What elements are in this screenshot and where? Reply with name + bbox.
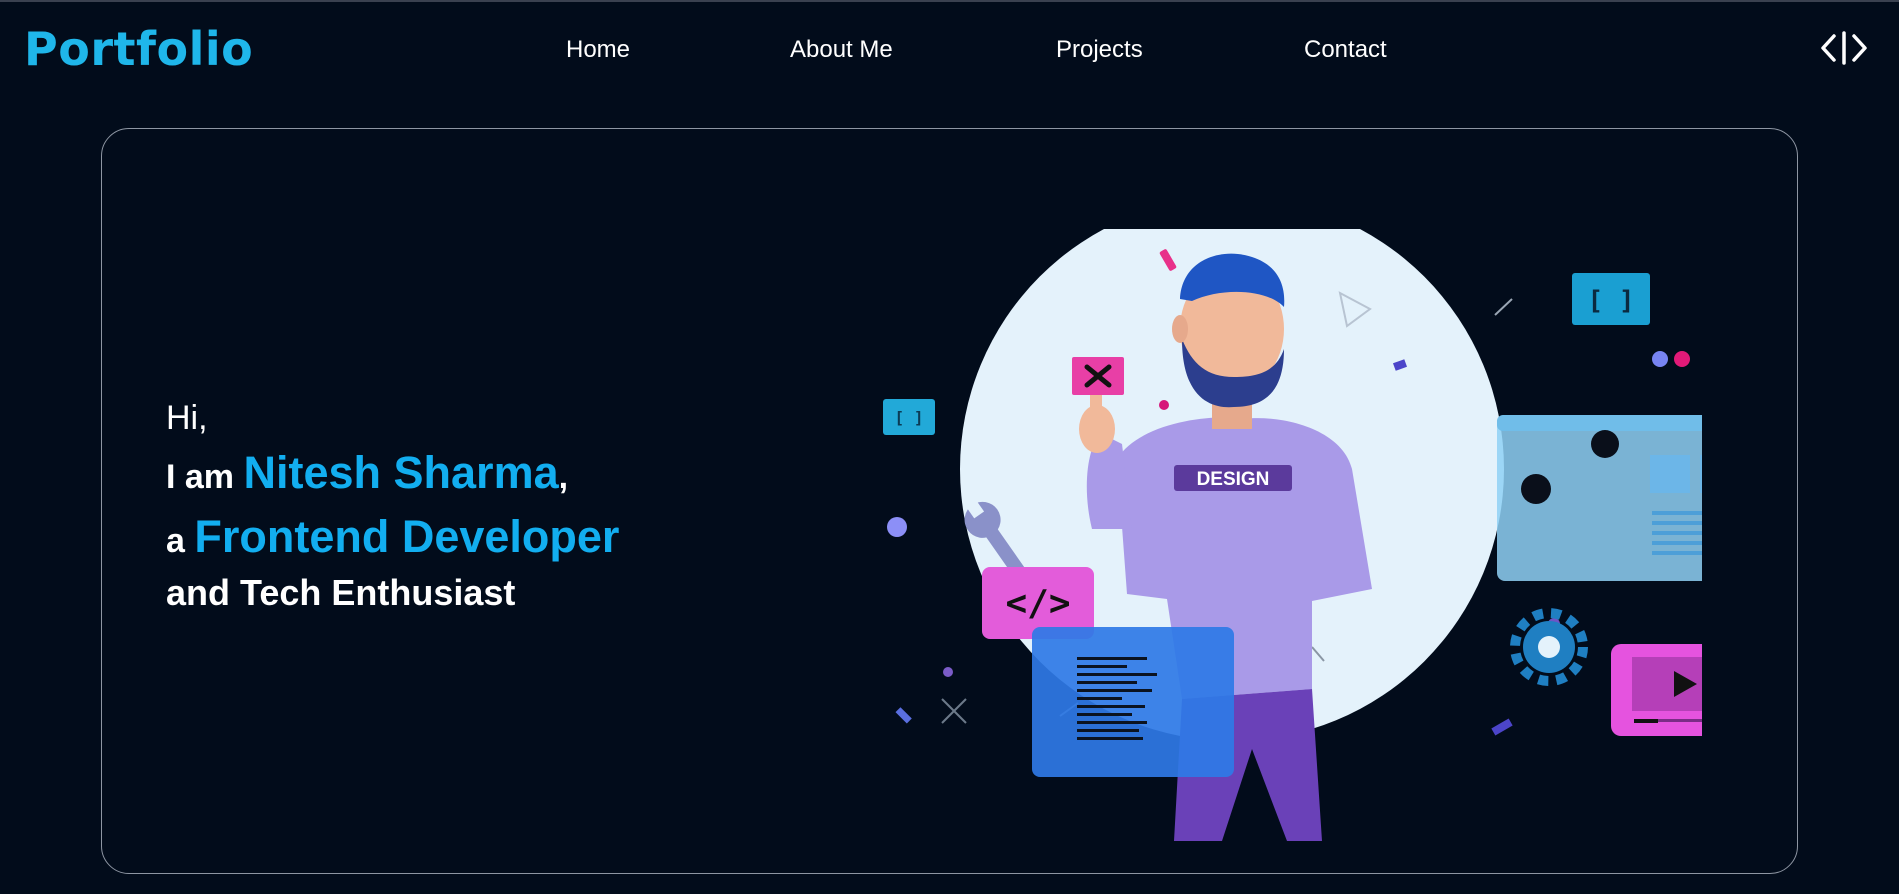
- svg-text:[ ]: [ ]: [1588, 286, 1635, 316]
- close-icon: [1072, 357, 1124, 395]
- developer-name: Nitesh Sharma: [243, 447, 559, 498]
- shirt-text: DESIGN: [1197, 469, 1270, 490]
- main-nav: Home About Me Projects Contact: [0, 36, 1899, 66]
- name-suffix: ,: [558, 458, 569, 496]
- bracket-tile-large: [ ]: [1572, 273, 1650, 325]
- nav-projects[interactable]: Projects: [1056, 36, 1143, 64]
- illustration-svg: [ ] [ ] DESIGN </>: [883, 197, 1807, 841]
- tagline: and Tech Enthusiast: [166, 572, 516, 613]
- hero-intro: Hi, I am Nitesh Sharma, a Frontend Devel…: [166, 397, 619, 615]
- browser-window: [1497, 415, 1807, 581]
- svg-text:[ ]: [ ]: [895, 408, 924, 427]
- role-prefix: a: [166, 522, 185, 560]
- role-line: a Frontend Developer: [166, 507, 619, 571]
- hero-card: Hi, I am Nitesh Sharma, a Frontend Devel…: [101, 128, 1807, 874]
- nav-home[interactable]: Home: [566, 36, 630, 64]
- bracket-tile-small: [ ]: [883, 399, 935, 435]
- nav-about-me[interactable]: About Me: [790, 36, 893, 64]
- site-header: Portfolio Home About Me Projects Contact: [0, 0, 1899, 100]
- developer-role: Frontend Developer: [194, 511, 620, 562]
- video-player-tile: [1611, 644, 1753, 736]
- nav-contact[interactable]: Contact: [1304, 36, 1387, 64]
- developer-illustration: [ ] [ ] DESIGN </>: [882, 197, 1807, 841]
- code-brackets-icon[interactable]: [1817, 28, 1871, 68]
- name-prefix: I am: [166, 458, 235, 496]
- name-line: I am Nitesh Sharma,: [166, 443, 619, 507]
- code-document: [1032, 627, 1234, 777]
- greeting: Hi,: [166, 399, 208, 437]
- gear-icon: [1510, 608, 1588, 686]
- svg-text:</>: </>: [1005, 583, 1070, 624]
